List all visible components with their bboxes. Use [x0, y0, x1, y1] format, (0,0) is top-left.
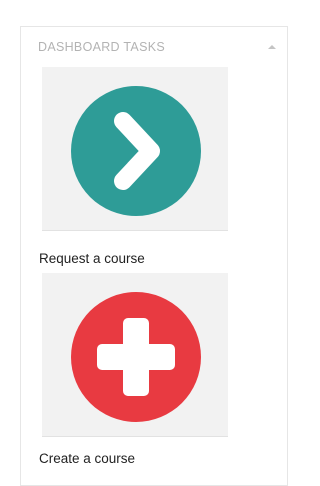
panel-header: DASHBOARD TASKS: [21, 27, 287, 67]
request-course-label[interactable]: Request a course: [39, 251, 145, 266]
create-course-label[interactable]: Create a course: [39, 451, 135, 466]
panel-title: DASHBOARD TASKS: [38, 40, 165, 54]
chevron-up-icon: [268, 45, 276, 49]
plus-icon: [71, 292, 201, 422]
task-create-course[interactable]: Create a course: [39, 273, 235, 473]
collapse-toggle[interactable]: [263, 39, 281, 55]
create-course-tile[interactable]: [42, 273, 228, 437]
chevron-right-icon: [71, 86, 201, 216]
request-course-tile[interactable]: [42, 67, 228, 231]
dashboard-tasks-panel: DASHBOARD TASKS Request a course Create …: [20, 26, 288, 486]
task-request-course[interactable]: Request a course: [39, 67, 235, 273]
